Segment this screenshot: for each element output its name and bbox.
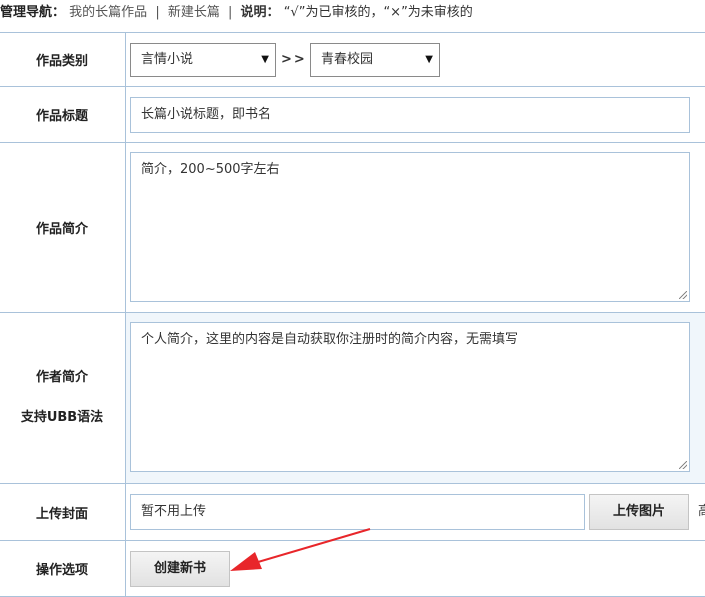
author-bio-row: 作者简介 支持UBB语法 个人简介，这里的内容是自动获取你注册时的简介内容，无需… bbox=[0, 312, 705, 484]
author-bio-label-line1: 作者简介 bbox=[35, 370, 88, 385]
author-bio-text: 个人简介，这里的内容是自动获取你注册时的简介内容，无需填写 bbox=[141, 332, 519, 347]
cover-label: 上传封面 bbox=[0, 483, 126, 541]
nav-separator: | bbox=[228, 5, 233, 20]
cover-cutoff-text: 高 bbox=[698, 504, 705, 519]
cover-input[interactable]: 暂不用上传 bbox=[130, 494, 585, 530]
category-select[interactable]: 言情小说 ▼ bbox=[130, 43, 276, 77]
resize-grip-icon[interactable] bbox=[679, 291, 687, 299]
dropdown-caret-icon: ▼ bbox=[261, 54, 269, 65]
resize-grip-icon[interactable] bbox=[679, 461, 687, 469]
author-bio-label-line2: 支持UBB语法 bbox=[20, 410, 104, 425]
title-label: 作品标题 bbox=[0, 86, 126, 143]
note-label: 说明： bbox=[240, 5, 280, 20]
synopsis-row: 作品简介 简介，200~500字左右 bbox=[0, 142, 705, 313]
cover-row: 上传封面 暂不用上传 上传图片 高 bbox=[0, 483, 705, 541]
note-text: “√”为已审核的，“×”为未审核的 bbox=[283, 5, 473, 20]
actions-label: 操作选项 bbox=[0, 540, 126, 597]
title-input[interactable]: 长篇小说标题，即书名 bbox=[130, 97, 690, 133]
subcategory-select-value: 青春校园 bbox=[321, 52, 374, 67]
synopsis-textarea[interactable]: 简介，200~500字左右 bbox=[130, 152, 690, 302]
dropdown-caret-icon: ▼ bbox=[425, 54, 433, 65]
category-label: 作品类别 bbox=[0, 32, 126, 87]
category-row: 作品类别 言情小说 ▼ >> 青春校园 ▼ bbox=[0, 32, 705, 87]
author-bio-label: 作者简介 支持UBB语法 bbox=[0, 312, 126, 484]
nav-separator: | bbox=[155, 5, 160, 20]
new-novel-link[interactable]: 新建长篇 bbox=[168, 5, 220, 20]
subcategory-select[interactable]: 青春校园 ▼ bbox=[310, 43, 440, 77]
nav-label: 管理导航： bbox=[0, 5, 66, 20]
actions-row: 操作选项 创建新书 bbox=[0, 540, 705, 597]
title-row: 作品标题 长篇小说标题，即书名 bbox=[0, 86, 705, 143]
category-arrows: >> bbox=[281, 52, 307, 67]
synopsis-text: 简介，200~500字左右 bbox=[141, 162, 280, 177]
my-novels-link[interactable]: 我的长篇作品 bbox=[69, 5, 147, 20]
synopsis-label: 作品简介 bbox=[0, 142, 126, 313]
author-bio-textarea[interactable]: 个人简介，这里的内容是自动获取你注册时的简介内容，无需填写 bbox=[130, 322, 690, 472]
top-navigation: 管理导航： 我的长篇作品 | 新建长篇 | 说明： “√”为已审核的，“×”为未… bbox=[0, 0, 705, 28]
upload-image-button[interactable]: 上传图片 bbox=[589, 494, 689, 530]
category-select-value: 言情小说 bbox=[141, 52, 194, 67]
novel-form: 作品类别 言情小说 ▼ >> 青春校园 ▼ 作品标题 长篇小说标题，即书名 作品… bbox=[0, 32, 705, 597]
create-book-button[interactable]: 创建新书 bbox=[130, 551, 230, 587]
